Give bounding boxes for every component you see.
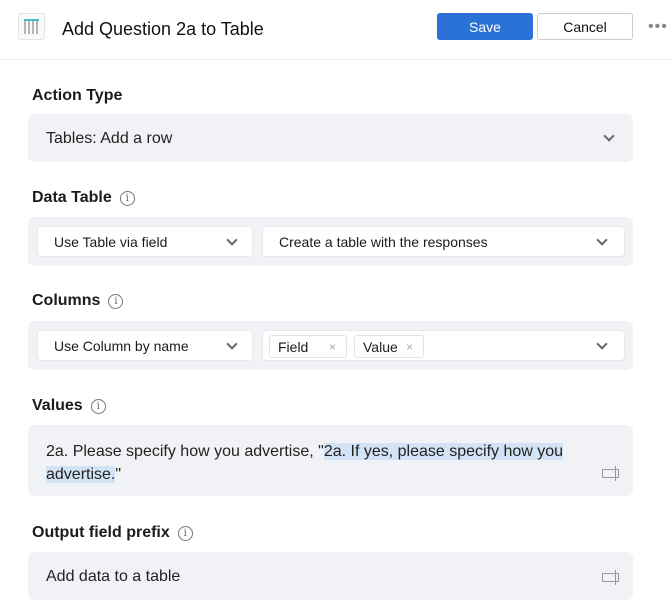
remove-tag-icon[interactable]: ×: [406, 340, 413, 354]
action-type-select[interactable]: Tables: Add a row: [28, 114, 633, 162]
chevron-down-icon: [596, 234, 608, 246]
values-label-text: Values: [32, 397, 83, 414]
columns-group: Use Column by name Field × Value ×: [28, 321, 633, 370]
action-type-label-text: Action Type: [32, 87, 123, 104]
page-title: Add Question 2a to Table: [62, 19, 264, 39]
column-mode-value: Use Column by name: [54, 337, 189, 354]
output-prefix-value: Add data to a table: [46, 568, 181, 585]
data-table-label: Data Table i: [32, 189, 135, 207]
column-tag-label: Field: [278, 338, 309, 355]
columns-label-text: Columns: [32, 292, 101, 309]
table-mode-select[interactable]: Use Table via field: [37, 226, 253, 257]
chevron-down-icon: [603, 130, 615, 142]
action-type-value: Tables: Add a row: [46, 130, 173, 147]
values-text-end: ": [115, 466, 122, 483]
remove-tag-icon[interactable]: ×: [329, 340, 336, 354]
info-icon[interactable]: i: [177, 525, 193, 541]
chevron-down-icon: [226, 234, 238, 246]
table-select[interactable]: Create a table with the responses: [262, 226, 625, 257]
action-type-label: Action Type: [32, 87, 122, 105]
table-mode-value: Use Table via field: [54, 233, 168, 250]
values-text-plain: 2a. Please specify how you advertise, ": [46, 443, 324, 460]
values-input[interactable]: 2a. Please specify how you advertise, "2…: [28, 425, 633, 496]
columns-label: Columns i: [32, 292, 124, 310]
info-icon[interactable]: i: [119, 190, 135, 206]
chevron-down-icon: [226, 338, 238, 350]
column-mode-select[interactable]: Use Column by name: [37, 330, 253, 361]
output-prefix-label-text: Output field prefix: [32, 524, 170, 541]
cancel-button[interactable]: Cancel: [537, 13, 633, 40]
info-icon[interactable]: i: [90, 398, 106, 414]
save-button[interactable]: Save: [437, 13, 533, 40]
table-app-icon: [18, 13, 45, 40]
columns-multiselect[interactable]: Field × Value ×: [262, 330, 625, 361]
output-prefix-label: Output field prefix i: [32, 524, 193, 542]
column-tag: Value ×: [354, 335, 424, 358]
output-prefix-input[interactable]: Add data to a table: [28, 552, 633, 600]
header: Add Question 2a to Table Save Cancel •••: [0, 0, 672, 60]
more-options-icon[interactable]: •••: [648, 18, 668, 36]
values-text: 2a. Please specify how you advertise, "2…: [46, 440, 586, 486]
table-value: Create a table with the responses: [279, 233, 488, 250]
insert-field-icon[interactable]: [602, 570, 619, 585]
info-icon[interactable]: i: [108, 293, 124, 309]
data-table-label-text: Data Table: [32, 189, 112, 206]
column-tag: Field ×: [269, 335, 347, 358]
data-table-group: Use Table via field Create a table with …: [28, 217, 633, 266]
column-tag-label: Value: [363, 338, 398, 355]
insert-field-icon[interactable]: [602, 466, 619, 481]
values-label: Values i: [32, 397, 106, 415]
chevron-down-icon: [596, 338, 608, 350]
